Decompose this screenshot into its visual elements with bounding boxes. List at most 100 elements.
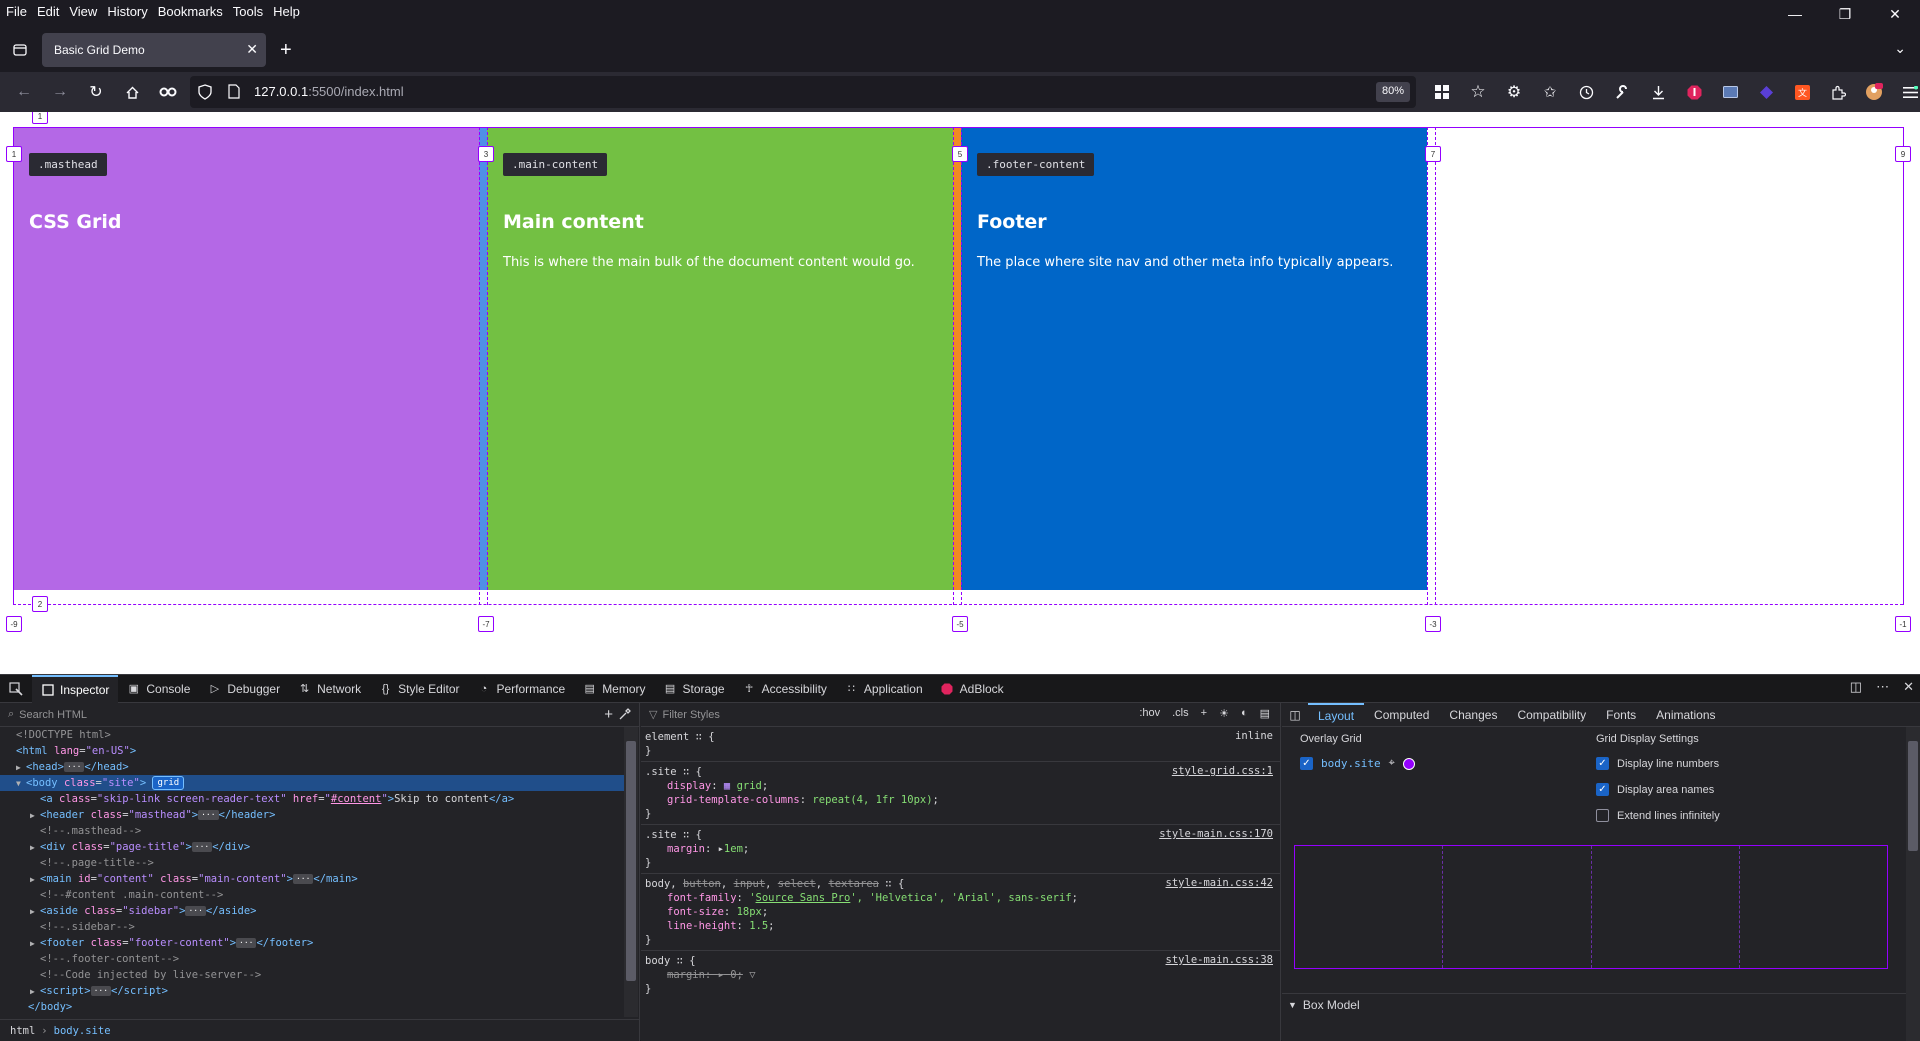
extensions-puzzle-icon[interactable] <box>1820 76 1856 108</box>
search-html-bar[interactable]: ⌕ Search HTML + <box>0 703 639 727</box>
menu-edit[interactable]: Edit <box>31 4 63 19</box>
tree-row[interactable]: <!--#content .main-content--> <box>0 887 624 903</box>
grid-color-swatch[interactable] <box>1402 757 1415 770</box>
skip-link-href[interactable]: #content <box>331 793 382 805</box>
menu-tools[interactable]: Tools <box>227 4 267 19</box>
eyedropper-icon[interactable] <box>619 708 631 723</box>
menu-help[interactable]: Help <box>267 4 304 19</box>
grid-badge[interactable]: grid <box>152 776 185 790</box>
shield-icon[interactable] <box>198 84 212 105</box>
setting-extend-lines[interactable]: Extend lines infinitely <box>1596 809 1720 822</box>
bookmarks-icon[interactable]: ✩ <box>1532 76 1568 108</box>
page-info-icon[interactable] <box>228 84 240 104</box>
tab-adblock[interactable]: AdBlock <box>932 675 1013 703</box>
firefox-view-icon[interactable] <box>8 38 32 62</box>
grid-columns-value[interactable]: repeat(4, 1fr 10px) <box>812 794 932 806</box>
chevron-down-icon[interactable]: ⌄ <box>1894 40 1906 57</box>
tree-row[interactable]: ▶ <footer class="footer-content"> ··· </foo… <box>0 935 624 951</box>
zoom-level[interactable]: 80% <box>1375 82 1410 102</box>
more-options-icon[interactable]: ⋯ <box>1876 679 1889 695</box>
margin-overridden-value[interactable]: 0 <box>730 969 736 981</box>
tree-row[interactable]: ▶ <header class="masthead"> ··· </header> <box>0 807 624 823</box>
home-icon[interactable] <box>114 76 150 108</box>
tab-changes[interactable]: Changes <box>1439 703 1507 727</box>
tab-accessibility[interactable]: ☥ Accessibility <box>734 675 836 703</box>
tree-row[interactable]: <!--.sidebar--> <box>0 919 624 935</box>
tab-fonts[interactable]: Fonts <box>1596 703 1646 727</box>
css-rule[interactable]: body ∷ { margin: ▸ 0; ▽ } style-main.css… <box>641 951 1281 999</box>
expand-arrow-icon[interactable]: ▶ <box>30 840 40 856</box>
tab-layout[interactable]: Layout <box>1308 702 1365 727</box>
collapsed-ellipsis-icon[interactable]: ··· <box>191 842 213 852</box>
expand-arrow-icon[interactable]: ▶ <box>30 936 40 952</box>
tab-performance[interactable]: ◔ Performance <box>468 675 574 703</box>
menu-history[interactable]: History <box>101 4 151 19</box>
font-family-value[interactable]: 'Helvetica', 'Arial', sans-serif <box>869 892 1071 904</box>
setting-display-area-names[interactable]: ✓ Display area names <box>1596 783 1714 796</box>
close-devtools-icon[interactable]: ✕ <box>1903 679 1914 695</box>
tab-console[interactable]: ▣ Console <box>118 675 199 703</box>
rule-source-link[interactable]: style-main.css:42 <box>1166 877 1273 889</box>
screen-extension-icon[interactable] <box>1712 76 1748 108</box>
translate-extension-icon[interactable]: 文 <box>1784 76 1820 108</box>
filter-icon[interactable]: ▽ <box>749 969 755 981</box>
history-icon[interactable] <box>1568 76 1604 108</box>
url-text[interactable]: 127.0.0.1:5500/index.html <box>254 84 404 99</box>
rule-source-link[interactable]: style-main.css:38 <box>1166 954 1273 966</box>
tab-storage[interactable]: ▤ Storage <box>655 675 734 703</box>
tree-row[interactable]: <!--.masthead--> <box>0 823 624 839</box>
checkbox-checked-icon[interactable]: ✓ <box>1596 783 1609 796</box>
margin-value[interactable]: 1em <box>724 843 743 855</box>
dark-theme-icon[interactable]: ◐ <box>1241 707 1248 720</box>
css-rule[interactable]: element ∷ { } inline <box>641 727 1281 762</box>
grid-outline-cell[interactable] <box>1740 846 1887 968</box>
collapsed-ellipsis-icon[interactable]: ··· <box>236 938 257 948</box>
new-tab-icon[interactable]: + <box>280 38 292 62</box>
grid-apps-icon[interactable] <box>1424 76 1460 108</box>
grid-outline-cell[interactable] <box>1295 846 1444 968</box>
light-theme-icon[interactable]: ☀ <box>1219 707 1229 720</box>
expand-arrow-icon[interactable]: ▶ <box>30 872 40 888</box>
tree-row[interactable]: ▶ <div class="page-title"> ··· </div> <box>0 839 624 855</box>
tab-debugger[interactable]: ▷ Debugger <box>199 675 289 703</box>
css-rule[interactable]: .site ∷ { margin: ▸1em; } style-main.css… <box>641 825 1281 874</box>
dock-side-icon[interactable]: ◫ <box>1850 679 1862 695</box>
tree-row[interactable]: <!--.page-title--> <box>0 855 624 871</box>
checkbox-checked-icon[interactable]: ✓ <box>1596 757 1609 770</box>
box-model-header[interactable]: ▼ Box Model <box>1282 993 1906 1015</box>
url-bar[interactable]: 127.0.0.1:5500/index.html 80% <box>190 76 1416 108</box>
adblock-extension-icon[interactable] <box>1676 76 1712 108</box>
close-window-icon[interactable]: ✕ <box>1870 0 1920 28</box>
checkbox-checked-icon[interactable]: ✓ <box>1300 757 1313 770</box>
expand-arrow-icon[interactable]: ▶ <box>16 760 26 776</box>
rule-source-link[interactable]: style-grid.css:1 <box>1172 765 1273 777</box>
tab-style-editor[interactable]: {} Style Editor <box>370 675 468 703</box>
setting-display-line-numbers[interactable]: ✓ Display line numbers <box>1596 757 1719 770</box>
private-mask-icon[interactable] <box>150 76 186 108</box>
hover-state-toggle[interactable]: :hov <box>1139 707 1160 720</box>
tree-row[interactable]: <!DOCTYPE html> <box>0 727 624 743</box>
expand-arrow-icon[interactable]: ▶ <box>30 904 40 920</box>
tree-row[interactable]: <a class="skip-link screen-reader-text" … <box>0 791 624 807</box>
tab-network[interactable]: ⇅ Network <box>289 675 370 703</box>
grid-outline-preview[interactable] <box>1294 845 1888 969</box>
tab-memory[interactable]: ▤ Memory <box>574 675 654 703</box>
tab-application[interactable]: ∷ Application <box>836 675 932 703</box>
minimize-icon[interactable]: — <box>1770 0 1820 28</box>
layout-scrollbar[interactable] <box>1906 727 1920 1041</box>
breadcrumb-body[interactable]: body.site <box>54 1025 111 1037</box>
reload-icon[interactable]: ↻ <box>78 76 114 108</box>
collapsed-ellipsis-icon[interactable]: ··· <box>292 874 314 884</box>
download-icon[interactable] <box>1640 76 1676 108</box>
filter-styles-input[interactable]: Filter Styles <box>662 709 719 721</box>
grid-outline-cell[interactable] <box>1592 846 1740 968</box>
tree-row[interactable]: <html lang="en-US"> <box>0 743 624 759</box>
markup-scrollbar[interactable] <box>624 727 638 1017</box>
restore-icon[interactable]: ❐ <box>1820 0 1870 28</box>
tree-row[interactable]: <!--Code injected by live-server--> <box>0 967 624 983</box>
display-value[interactable]: grid <box>737 780 762 792</box>
toggle-pane-icon[interactable]: ◫ <box>1282 708 1308 722</box>
tab-basic-grid-demo[interactable]: Basic Grid Demo ✕ <box>42 33 266 67</box>
search-html-input[interactable]: Search HTML <box>19 709 87 721</box>
breadcrumb-html[interactable]: html <box>10 1025 35 1037</box>
